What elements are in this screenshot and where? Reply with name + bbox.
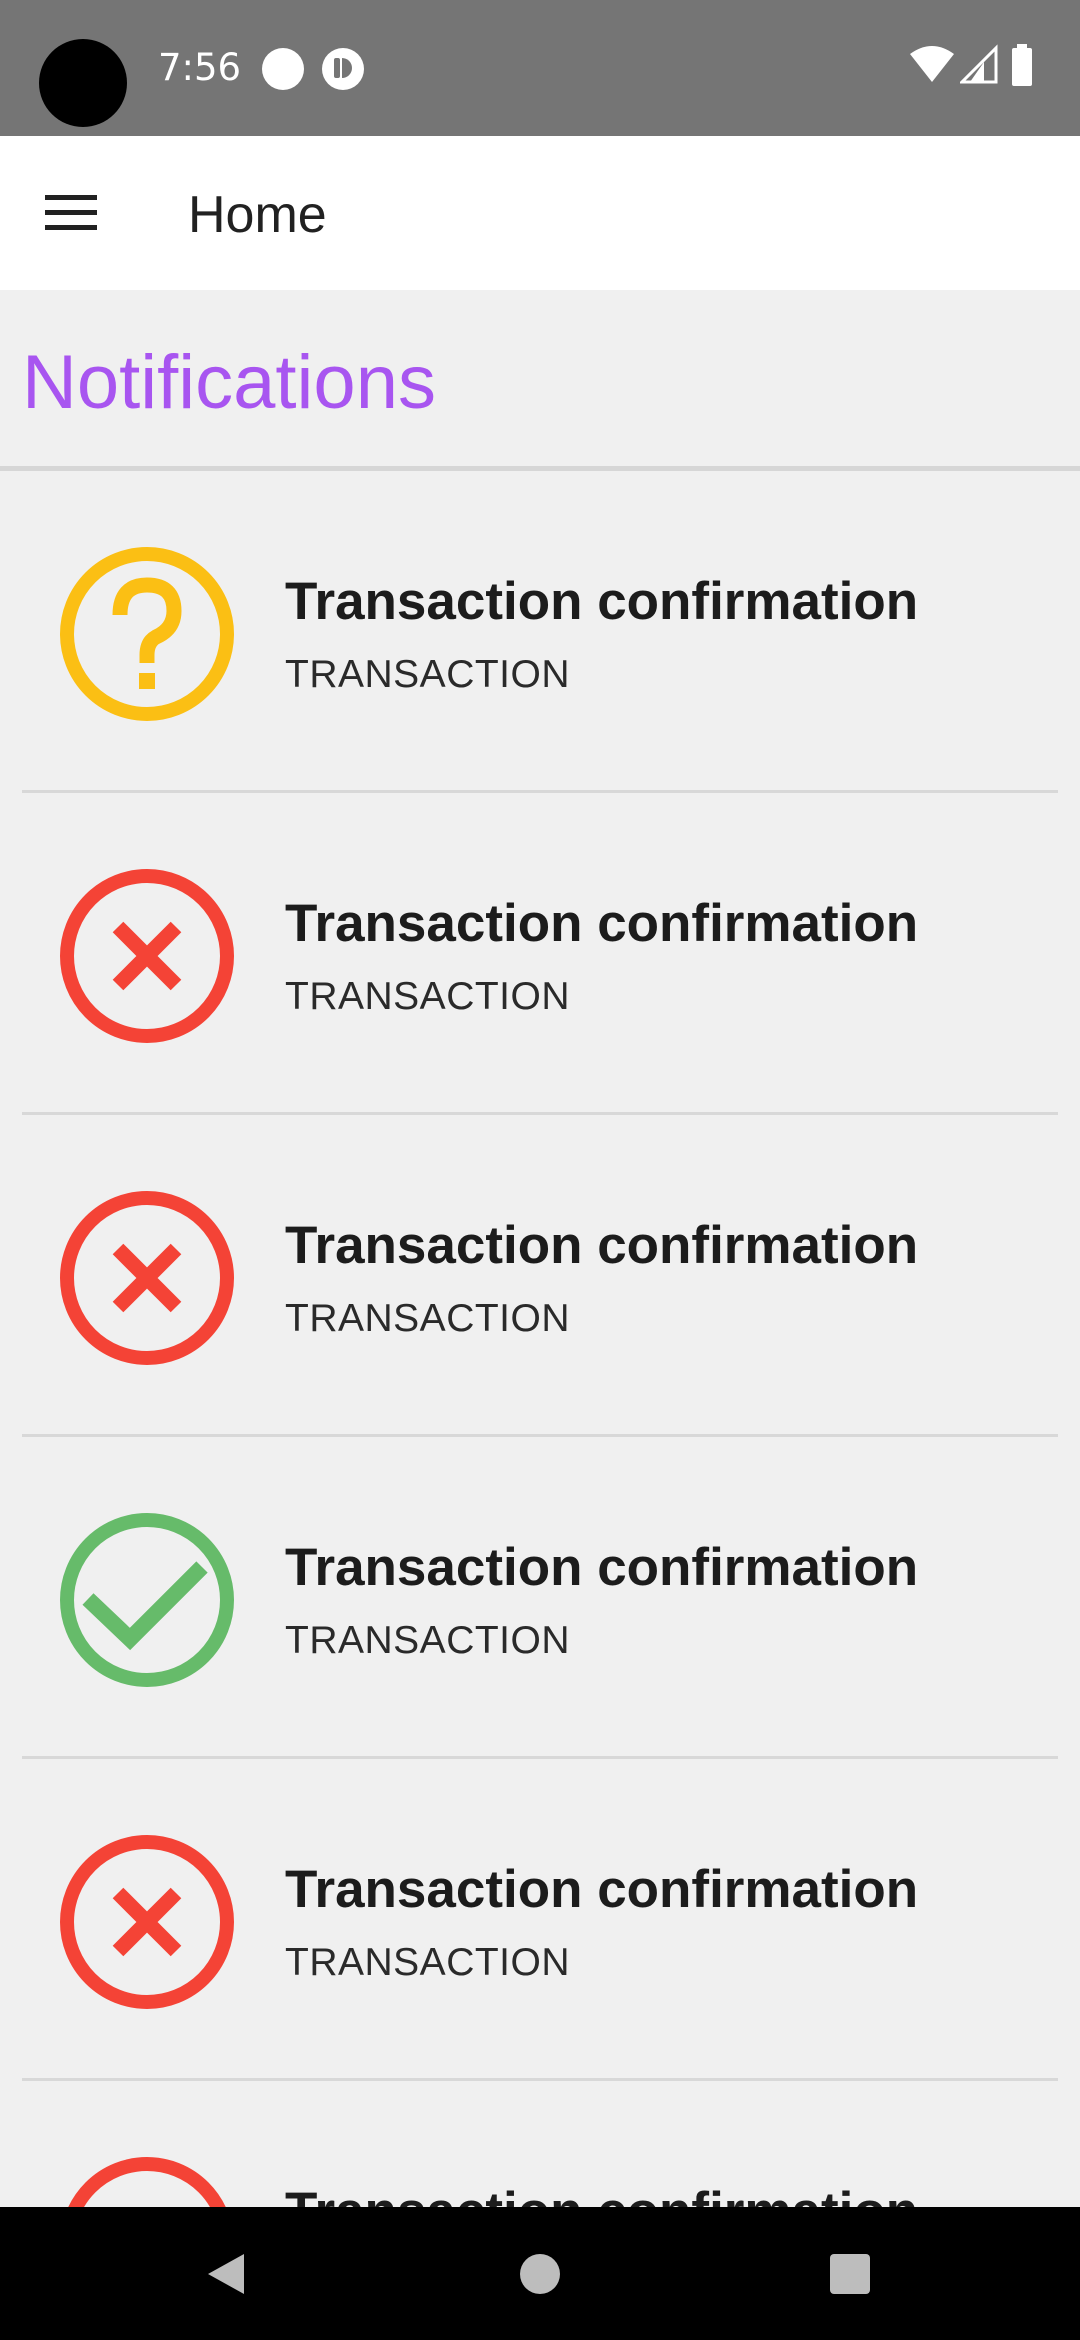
page-title: Home — [188, 186, 327, 244]
x-circle-icon — [60, 1191, 234, 1365]
notification-subtitle: TRANSACTION — [285, 1941, 571, 1984]
app-notification-icon — [322, 48, 364, 90]
app-bar: Home — [0, 136, 1080, 290]
notification-subtitle: TRANSACTION — [285, 1297, 571, 1340]
notification-item[interactable]: Transaction confirmation TRANSACTION — [0, 1115, 1080, 1437]
notification-item[interactable]: Transaction confirmation TRANSACTION — [0, 793, 1080, 1115]
x-circle-icon — [68, 2157, 226, 2207]
status-time: 7:56 — [158, 46, 242, 89]
section-title: Notifications — [22, 340, 436, 425]
notification-item[interactable]: Transaction confirmation TRANSACTION — [0, 1759, 1080, 2081]
notification-title: Transaction confirmation — [285, 894, 919, 953]
notification-title: Transaction confirmation — [285, 1538, 919, 1597]
notification-item[interactable]: Transaction confirmation TRANSACTION — [0, 1437, 1080, 1759]
question-circle-icon — [60, 547, 234, 721]
back-icon[interactable] — [196, 2244, 256, 2304]
notification-title: Transaction confirmation — [285, 2179, 918, 2207]
recents-icon[interactable] — [820, 2244, 880, 2304]
menu-button[interactable] — [26, 173, 116, 253]
status-icons — [910, 44, 1060, 92]
cellular-signal-icon — [960, 44, 998, 84]
notification-dot-icon — [262, 48, 304, 90]
notification-title: Transaction confirmation — [285, 1216, 919, 1275]
x-circle-icon — [60, 869, 234, 1043]
notification-subtitle: TRANSACTION — [285, 653, 571, 696]
navigation-bar — [0, 2207, 1080, 2340]
notification-subtitle: TRANSACTION — [285, 975, 571, 1018]
notification-subtitle: TRANSACTION — [285, 1619, 571, 1662]
camera-cutout — [39, 39, 127, 127]
notification-list[interactable]: Transaction confirmation TRANSACTION Trans… — [0, 471, 1080, 2207]
wifi-icon — [910, 46, 954, 82]
battery-icon — [1012, 44, 1032, 86]
notification-title: Transaction confirmation — [285, 572, 919, 631]
home-icon[interactable] — [510, 2244, 570, 2304]
notification-item[interactable]: Transaction confirmation TRANSACTION — [0, 471, 1080, 793]
check-circle-icon — [60, 1513, 234, 1687]
notification-item[interactable]: Transaction confirmationTRANSACTION — [0, 2081, 1080, 2207]
x-circle-icon — [60, 1835, 234, 2009]
hamburger-menu-icon — [45, 195, 97, 230]
notification-title: Transaction confirmation — [285, 1860, 919, 1919]
status-bar: 7:56 — [0, 0, 1080, 136]
